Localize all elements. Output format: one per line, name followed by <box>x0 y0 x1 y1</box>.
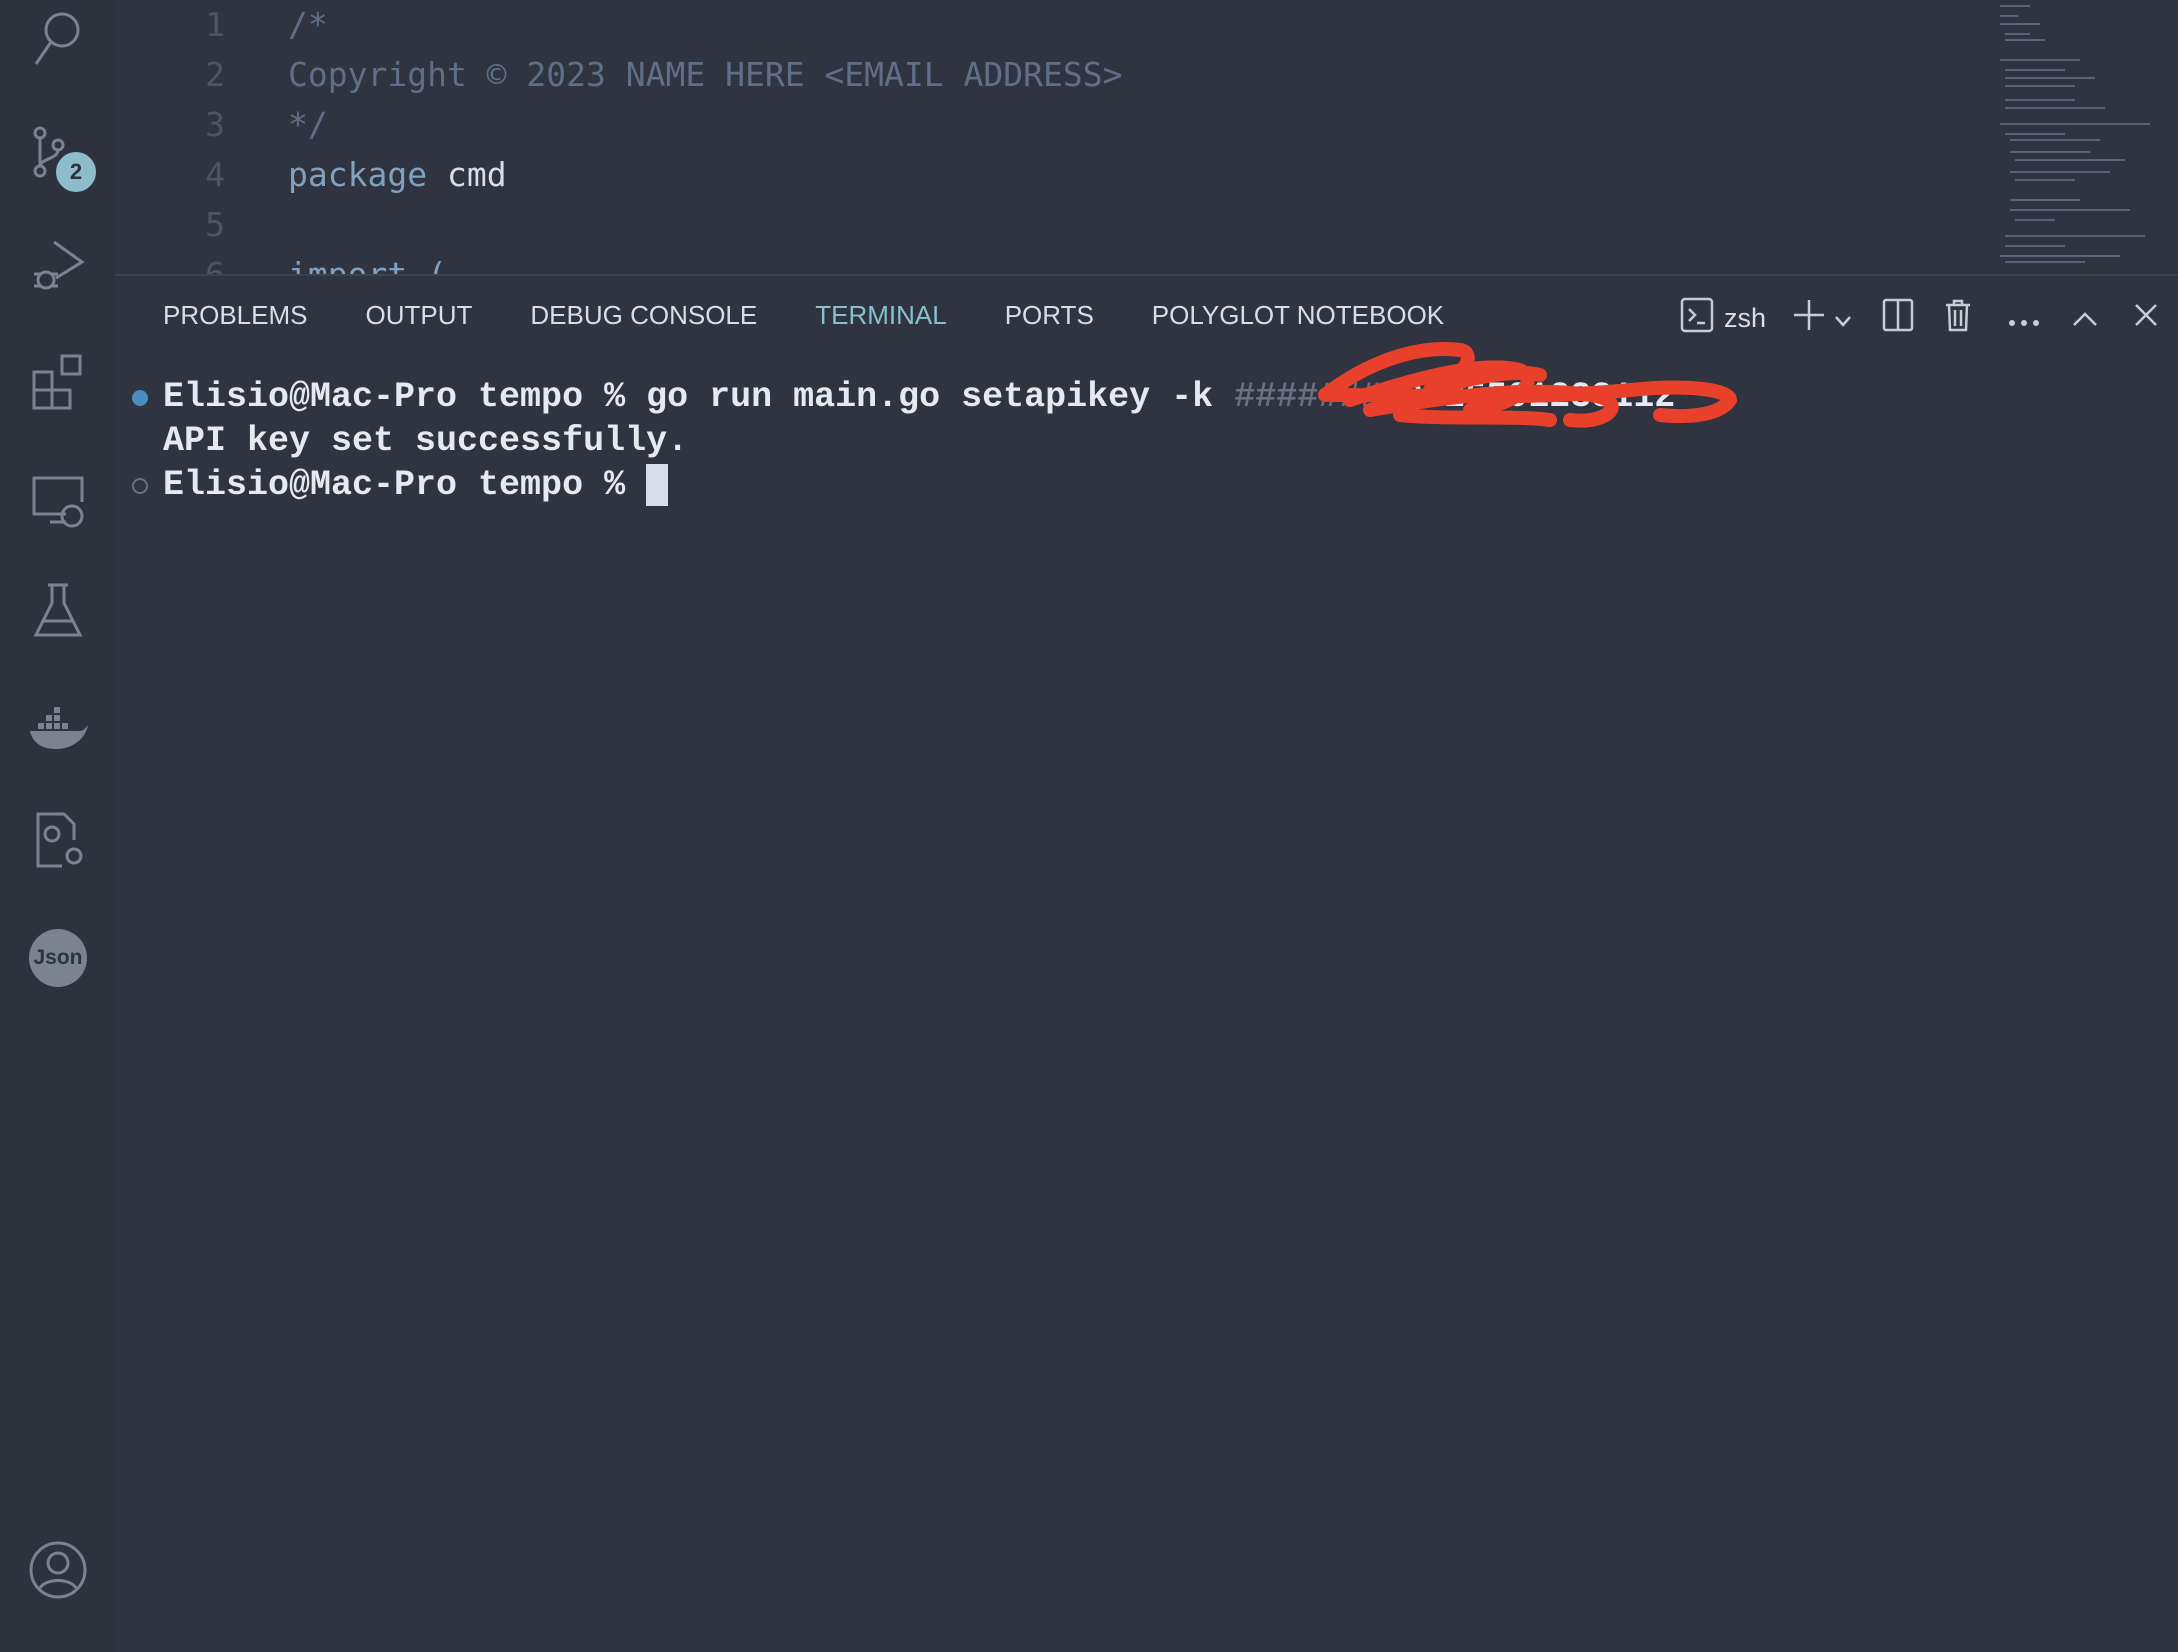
editor-line: 6 import ( <box>115 255 1915 275</box>
activity-bar: 2 Json <box>0 0 115 1652</box>
editor-line: 1 /* <box>115 5 1915 55</box>
code-text: import ( <box>288 255 447 275</box>
terminal-toolbar: zsh <box>1680 296 2158 340</box>
editor-line: 5 <box>115 205 1915 255</box>
line-number: 6 <box>205 255 225 275</box>
split-terminal-icon[interactable] <box>1882 298 1914 339</box>
terminal-cursor <box>646 463 669 506</box>
keyword: package <box>288 155 428 194</box>
json-icon[interactable]: Json <box>22 922 94 994</box>
trash-icon[interactable] <box>1944 298 1972 339</box>
line-number: 4 <box>205 155 225 194</box>
search-icon[interactable] <box>22 0 94 72</box>
docker-icon[interactable] <box>22 693 94 765</box>
editor-line: 3 */ <box>115 105 1915 155</box>
run-debug-icon[interactable] <box>22 230 94 302</box>
command-pending-dot <box>132 478 148 494</box>
extensions-icon[interactable] <box>22 346 94 418</box>
code-text: */ <box>288 105 328 144</box>
prompt: Elisio@Mac-Pro tempo % <box>163 377 647 417</box>
code-editor[interactable]: 1 /* 2 Copyright © 2023 NAME HERE <EMAIL A… <box>115 0 2178 275</box>
source-control-badge: 2 <box>56 152 96 192</box>
identifier: cmd <box>446 155 507 194</box>
line-number: 1 <box>205 5 225 44</box>
close-panel-icon[interactable] <box>2134 303 2158 334</box>
more-actions-icon[interactable] <box>2008 303 2040 334</box>
terminal-line: Elisio@Mac-Pro tempo % <box>132 463 1675 507</box>
tab-output[interactable]: OUTPUT <box>366 300 473 340</box>
prompt: Elisio@Mac-Pro tempo % <box>163 465 647 505</box>
editor-line: 2 Copyright © 2023 NAME HERE <EMAIL ADDRE… <box>115 55 1915 105</box>
tab-debug-console[interactable]: DEBUG CONSOLE <box>530 300 757 340</box>
maximize-panel-icon[interactable] <box>2072 303 2098 334</box>
json-label: Json <box>29 929 87 987</box>
redaction-scribble <box>1318 342 1738 428</box>
tab-terminal[interactable]: TERMINAL <box>815 300 946 340</box>
remote-explorer-icon[interactable] <box>22 464 94 536</box>
tab-polyglot-notebook[interactable]: POLYGLOT NOTEBOOK <box>1152 300 1444 340</box>
chevron-down-icon[interactable] <box>1834 303 1852 334</box>
minimap[interactable] <box>1995 0 2178 275</box>
tab-problems[interactable]: PROBLEMS <box>163 300 308 340</box>
line-number: 3 <box>205 105 225 144</box>
terminal-icon <box>1680 297 1714 340</box>
tab-ports[interactable]: PORTS <box>1005 300 1094 340</box>
panel-divider[interactable] <box>115 274 2178 276</box>
testing-icon[interactable] <box>22 575 94 647</box>
editor-line: 4 package cmd <box>115 155 1915 205</box>
command: go run main.go setapikey -k <box>646 377 1235 417</box>
settings-file-icon[interactable] <box>22 804 94 876</box>
panel-tabs: PROBLEMS OUTPUT DEBUG CONSOLE TERMINAL P… <box>163 300 1444 340</box>
line-number: 5 <box>205 205 225 244</box>
code-text: Copyright © 2023 NAME HERE <EMAIL ADDRES… <box>288 55 1123 94</box>
output-text: API key set successfully. <box>163 421 689 461</box>
command-success-dot[interactable] <box>132 390 148 406</box>
account-icon[interactable] <box>22 1534 94 1606</box>
new-terminal-icon[interactable] <box>1792 298 1826 339</box>
terminal-shell-name[interactable]: zsh <box>1724 303 1766 334</box>
code-text: /* <box>288 5 328 44</box>
line-number: 2 <box>205 55 225 94</box>
